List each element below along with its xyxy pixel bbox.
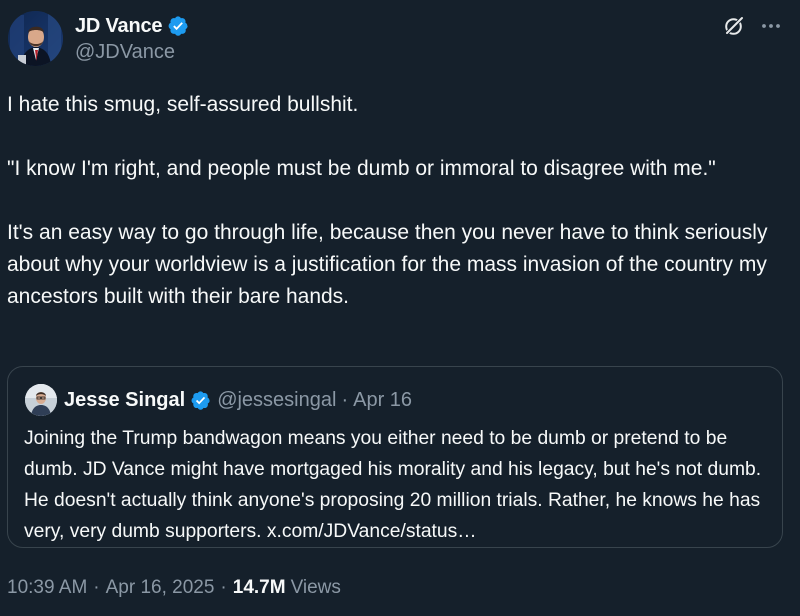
quoted-tweet[interactable]: Jesse Singal @jessesingal · Apr 16 Joini… [7, 366, 783, 548]
tweet-meta: 10:39 AM · Apr 16, 2025 · 14.7M Views [7, 574, 341, 602]
verified-badge-icon[interactable] [167, 15, 189, 37]
more-options-icon[interactable] [760, 15, 782, 37]
quoted-tweet-date[interactable]: Apr 16 [353, 389, 412, 412]
author-display-name[interactable]: JD Vance [75, 15, 163, 38]
tweet-paragraph: I hate this smug, self-assured bullshit. [7, 93, 359, 116]
quoted-author-name[interactable]: Jesse Singal [64, 389, 185, 412]
author-handle[interactable]: @JDVance [75, 41, 175, 64]
tweet-paragraph: It's an easy way to go through life, bec… [7, 221, 774, 308]
author-name-row: JD Vance [75, 13, 189, 39]
quoted-author-avatar[interactable] [25, 384, 57, 416]
meta-separator: · [220, 577, 227, 598]
top-actions [722, 14, 782, 38]
views-label[interactable]: Views [291, 577, 341, 599]
meta-separator: · [93, 577, 100, 598]
quoted-author-handle[interactable]: @jessesingal [217, 389, 336, 412]
verified-badge-icon[interactable] [190, 390, 211, 411]
tweet-time[interactable]: 10:39 AM [7, 577, 87, 599]
quoted-tweet-text: Joining the Trump bandwagon means you ei… [24, 428, 762, 542]
tweet-paragraph: "I know I'm right, and people must be du… [7, 157, 716, 180]
tweet-text: I hate this smug, self-assured bullshit.… [7, 89, 792, 313]
quoted-tweet-header: Jesse Singal @jessesingal · Apr 16 [64, 387, 412, 413]
tweet: JD Vance @JDVance I hate this smug, self… [0, 0, 800, 616]
quoted-separator: · [341, 388, 349, 411]
author-avatar[interactable] [8, 11, 63, 66]
views-count[interactable]: 14.7M [233, 577, 286, 599]
grok-icon[interactable] [722, 14, 746, 38]
tweet-date[interactable]: Apr 16, 2025 [106, 577, 215, 599]
